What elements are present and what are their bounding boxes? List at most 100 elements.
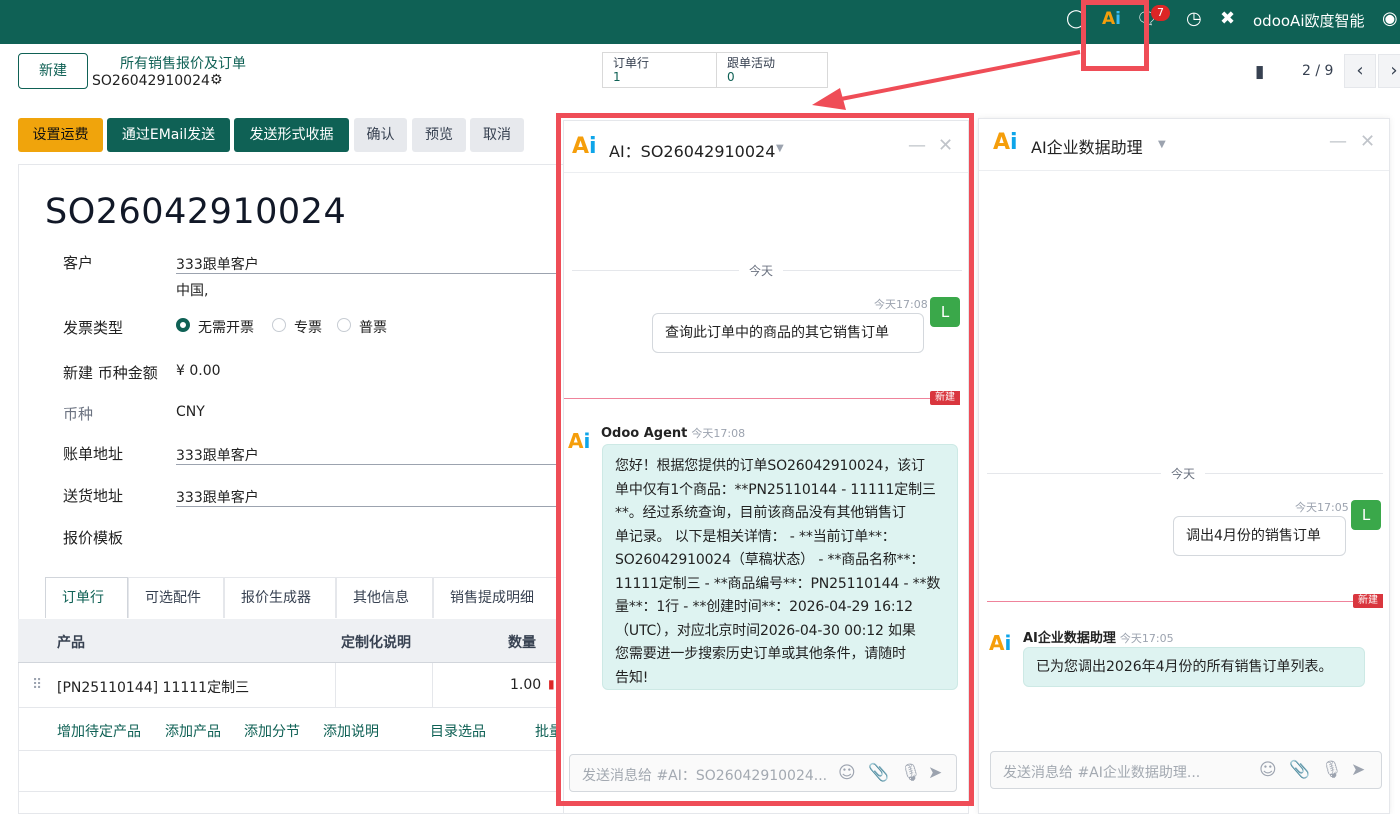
add-product-link[interactable]: 添加产品 xyxy=(165,721,221,741)
radio-special-invoice[interactable] xyxy=(272,318,286,332)
agent-timestamp: 今天17:05 xyxy=(1119,632,1174,645)
smart-button-order-lines[interactable]: 订单行 1 xyxy=(602,52,718,88)
message-count-badge: 7 xyxy=(1151,5,1170,21)
invoice-address-field[interactable]: 333跟单客户 xyxy=(176,445,259,465)
set-shipping-button[interactable]: 设置运费 xyxy=(18,118,103,152)
send-proforma-button[interactable]: 发送形式收据 xyxy=(234,118,349,152)
clock-icon[interactable]: ◷ xyxy=(1186,8,1202,30)
currency-label: 币种 xyxy=(63,405,94,423)
add-note-link[interactable]: 添加说明 xyxy=(323,721,379,741)
table-footer-line xyxy=(18,750,558,751)
tools-icon[interactable]: ✖ xyxy=(1220,8,1235,30)
gear-icon[interactable]: ⚙ xyxy=(210,72,223,88)
batch-link[interactable]: 批量 xyxy=(535,721,556,741)
chevron-down-icon[interactable]: ▼ xyxy=(1158,139,1166,150)
tab-optional-products[interactable]: 可选配件 xyxy=(128,577,224,618)
confirm-button[interactable]: 确认 xyxy=(354,118,407,152)
forecast-chart-icon[interactable]: ▮ xyxy=(548,677,555,691)
annotation-arrow-line xyxy=(835,50,1081,102)
delivery-address-underline xyxy=(176,506,556,507)
invoice-address-underline xyxy=(176,464,556,465)
customer-country: 中国, xyxy=(176,283,209,299)
user-avatar: L xyxy=(1351,500,1381,530)
cancel-button[interactable]: 取消 xyxy=(470,118,524,152)
customer-field[interactable]: 333跟单客户 xyxy=(176,254,259,274)
smart-activities-label: 跟单活动 xyxy=(727,56,776,70)
chat-window-data-assistant: Ai AI企业数据助理 ▼ — ✕ 今天 今天17:05 L 调出4月份的销售订… xyxy=(978,118,1390,814)
annotation-box-chat xyxy=(556,113,974,806)
top-navbar: ◯ Ai 🗨 7 ◷ ✖ odooAi欧度智能 ◉ xyxy=(0,0,1400,44)
message-composer[interactable]: 发送消息给 #AI企业数据助理... ☺ 📎 🎙 ➤ xyxy=(990,751,1382,789)
order-title: SO26042910024 xyxy=(45,192,347,232)
user-message-bubble: 调出4月份的销售订单 xyxy=(1173,516,1346,556)
currency-value: CNY xyxy=(176,404,205,420)
quote-template-label: 报价模板 xyxy=(63,529,124,547)
composer-placeholder: 发送消息给 #AI企业数据助理... xyxy=(1003,765,1201,781)
catalog-link[interactable]: 目录选品 xyxy=(430,721,486,741)
minimize-icon[interactable]: — xyxy=(1329,131,1347,152)
radio-normal-invoice[interactable] xyxy=(337,318,351,332)
agent-name: AI企业数据助理 xyxy=(1023,631,1116,646)
pager-next-button[interactable]: › xyxy=(1378,54,1400,88)
customer-field-underline xyxy=(176,273,556,274)
smart-button-activities[interactable]: 跟单活动 0 xyxy=(716,52,828,88)
add-section-link[interactable]: 添加分节 xyxy=(244,721,300,741)
delivery-address-label: 送货地址 xyxy=(63,487,124,505)
radio-no-invoice-label: 无需开票 xyxy=(198,320,254,336)
agent-avatar-icon: Ai xyxy=(989,631,1012,655)
row-quantity[interactable]: 1.00 xyxy=(510,677,541,693)
radio-special-invoice-label: 专票 xyxy=(294,320,322,336)
invoice-address-label: 账单地址 xyxy=(63,445,124,463)
new-messages-tag: 新建 xyxy=(1353,594,1383,608)
column-quantity[interactable]: 数量 xyxy=(508,632,536,652)
table-header xyxy=(18,619,558,663)
chat-title[interactable]: AI企业数据助理 xyxy=(1031,134,1143,158)
new-record-button[interactable]: 新建 xyxy=(18,53,88,89)
bookmark-icon[interactable]: ▮ xyxy=(1255,62,1264,82)
table-footer-line xyxy=(18,791,558,792)
smart-order-lines-label: 订单行 xyxy=(613,56,650,70)
breadcrumb-current: SO26042910024 xyxy=(92,73,210,89)
radio-no-invoice[interactable] xyxy=(176,318,190,332)
preview-button[interactable]: 预览 xyxy=(412,118,466,152)
smart-activities-value: 0 xyxy=(727,70,735,84)
tab-other-info[interactable]: 其他信息 xyxy=(336,577,433,618)
customer-label: 客户 xyxy=(63,254,94,272)
radio-normal-invoice-label: 普票 xyxy=(359,320,387,336)
row-product[interactable]: [PN25110144] 11111定制三 xyxy=(57,677,249,697)
column-customization[interactable]: 定制化说明 xyxy=(341,632,411,652)
breadcrumb-parent[interactable]: 所有销售报价及订单 xyxy=(120,53,246,73)
smart-order-lines-value: 1 xyxy=(613,70,621,84)
message-timestamp: 今天17:05 xyxy=(1295,501,1349,514)
tab-quote-builder[interactable]: 报价生成器 xyxy=(224,577,336,618)
agent-author: AI企业数据助理 今天17:05 xyxy=(1023,627,1174,646)
annotation-arrow-head xyxy=(812,88,846,110)
send-by-email-button[interactable]: 通过EMail发送 xyxy=(107,118,230,152)
amount-label: 新建 币种金额 xyxy=(63,364,158,382)
send-icon[interactable]: ➤ xyxy=(1351,760,1365,780)
new-messages-line xyxy=(987,601,1357,602)
chat-header: Ai AI企业数据助理 ▼ — ✕ xyxy=(979,119,1389,171)
day-label: 今天 xyxy=(1161,465,1206,482)
tab-order-lines[interactable]: 订单行 xyxy=(45,577,128,618)
emoji-icon[interactable]: ☺ xyxy=(1259,760,1277,780)
company-switcher[interactable]: odooAi欧度智能 xyxy=(1253,10,1364,31)
user-avatar-icon[interactable]: ◉ xyxy=(1382,8,1398,30)
agent-message-bubble: 已为您调出2026年4月份的所有销售订单列表。 xyxy=(1023,647,1365,687)
pager-previous-button[interactable]: ‹ xyxy=(1344,54,1376,88)
ai-logo-icon: Ai xyxy=(993,130,1018,155)
add-pending-product-link[interactable]: 增加待定产品 xyxy=(57,721,141,741)
paperclip-icon[interactable]: 📎 xyxy=(1289,760,1310,780)
amount-value: ¥ 0.00 xyxy=(176,363,221,379)
microphone-icon[interactable]: 🎙 xyxy=(1321,760,1343,780)
column-divider xyxy=(335,663,336,708)
column-divider xyxy=(432,663,433,708)
tab-commission[interactable]: 销售提成明细 xyxy=(433,577,558,618)
column-product[interactable]: 产品 xyxy=(57,632,85,652)
close-icon[interactable]: ✕ xyxy=(1360,131,1375,152)
annotation-box-ai-icon xyxy=(1081,0,1149,71)
invoice-type-label: 发票类型 xyxy=(63,319,124,337)
delivery-address-field[interactable]: 333跟单客户 xyxy=(176,487,259,507)
drag-handle-icon[interactable]: ⠿ xyxy=(32,677,42,693)
pager-value[interactable]: 2 / 9 xyxy=(1302,63,1333,79)
